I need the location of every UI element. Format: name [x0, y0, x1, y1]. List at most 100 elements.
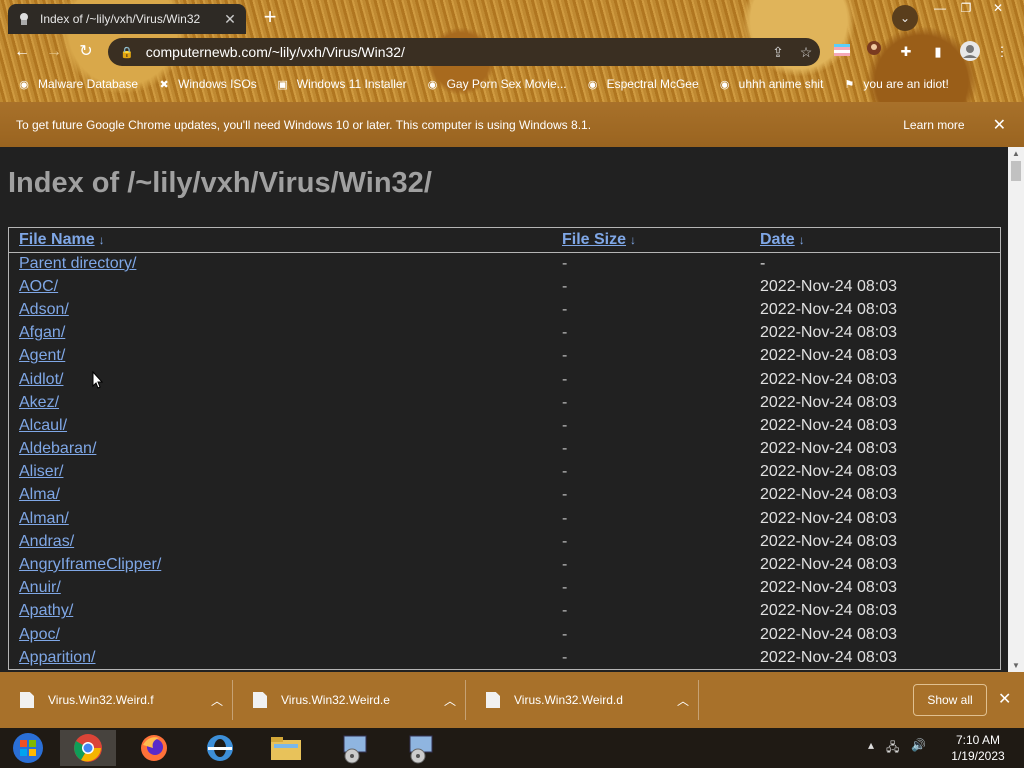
taskbar-clock[interactable]: 7:10 AM 1/19/2023 — [940, 732, 1016, 764]
page-content: Index of /~lily/vxh/Virus/Win32/ File Na… — [0, 147, 1008, 672]
menu-kebab-icon[interactable]: ⋮ — [990, 40, 1014, 64]
window-close-button[interactable]: ✕ — [984, 0, 1012, 18]
minimize-button[interactable]: — — [926, 0, 954, 18]
directory-link[interactable]: Aidlot/ — [19, 371, 63, 388]
bookmark-item[interactable]: ◉ uhhh anime shit — [717, 76, 824, 92]
chevron-down-icon: ⌄ — [899, 11, 911, 25]
directory-link[interactable]: Aldebaran/ — [19, 440, 96, 457]
sort-arrow-icon: ↓ — [798, 232, 805, 247]
directory-link[interactable]: Alcaul/ — [19, 417, 67, 434]
taskbar-opera[interactable] — [192, 730, 248, 766]
page-scrollbar[interactable]: ▲ ▼ — [1008, 147, 1024, 672]
table-row: Apparition/ - 2022-Nov-24 08:03 — [9, 646, 1000, 669]
extensions-puzzle-icon[interactable]: ✚ — [894, 40, 918, 64]
directory-link[interactable]: AOC/ — [19, 278, 58, 295]
cell-size: - — [562, 324, 568, 342]
scroll-up-icon[interactable]: ▲ — [1012, 149, 1020, 158]
directory-link[interactable]: Afgan/ — [19, 324, 65, 341]
chevron-up-icon[interactable]: ︿ — [668, 692, 698, 709]
directory-link[interactable]: Alma/ — [19, 486, 60, 503]
tab-close-icon[interactable]: ✕ — [222, 11, 238, 28]
side-panel-icon[interactable]: ▮ — [926, 40, 950, 64]
download-filename: Virus.Win32.Weird.d — [514, 693, 623, 707]
sort-by-name-link[interactable]: File Name — [19, 231, 95, 248]
bookmark-label: uhhh anime shit — [738, 77, 824, 91]
directory-link[interactable]: Alman/ — [19, 510, 69, 527]
browser-frame: Index of /~lily/vxh/Virus/Win32 ✕ + ⌄ — … — [0, 0, 1024, 102]
taskbar-app-1[interactable] — [326, 730, 382, 766]
sort-by-size-link[interactable]: File Size — [562, 231, 626, 248]
cell-size: - — [562, 370, 568, 388]
taskbar-file-explorer[interactable] — [258, 730, 314, 766]
extension-flag-icon[interactable] — [830, 40, 854, 64]
directory-link[interactable]: Agent/ — [19, 347, 65, 364]
tray-expand-icon[interactable]: ▴ — [868, 738, 874, 759]
bookmark-item[interactable]: ✖ Windows ISOs — [156, 76, 256, 92]
directory-link[interactable]: Apathy/ — [19, 602, 73, 619]
infobar-close-icon[interactable]: ✕ — [993, 115, 1006, 135]
column-header-size[interactable]: File Size ↓ — [552, 228, 750, 253]
chevron-up-icon[interactable]: ︿ — [202, 692, 232, 709]
cell-date: 2022-Nov-24 08:03 — [760, 648, 897, 666]
download-item[interactable]: Virus.Win32.Weird.d ︿ — [466, 680, 699, 720]
volume-icon[interactable]: 🔊 — [911, 738, 926, 759]
table-header: File Name ↓ File Size ↓ Date ↓ — [9, 228, 1000, 253]
sort-arrow-icon: ↓ — [98, 232, 105, 247]
bookmark-item[interactable]: ◉ Malware Database — [16, 76, 138, 92]
profile-icon[interactable] — [958, 40, 982, 64]
scrollbar-thumb[interactable] — [1011, 161, 1021, 181]
show-all-button[interactable]: Show all — [913, 684, 987, 716]
cell-size: - — [562, 579, 568, 597]
cell-size: - — [562, 416, 568, 434]
restore-button[interactable]: ❐ — [952, 0, 980, 18]
column-header-name[interactable]: File Name ↓ — [9, 228, 552, 253]
bookmark-star-icon[interactable]: ☆ — [792, 44, 820, 61]
shelf-close-icon[interactable]: ✕ — [998, 689, 1011, 709]
cell-name: Aldebaran/ — [9, 438, 552, 461]
reload-button[interactable]: ↻ — [74, 40, 98, 64]
share-icon[interactable]: ⇪ — [764, 44, 792, 61]
network-icon[interactable]: 🖧 — [886, 738, 899, 759]
learn-more-link[interactable]: Learn more — [903, 118, 964, 132]
directory-link[interactable]: Akez/ — [19, 394, 59, 411]
bookmark-item[interactable]: ◉ Gay Porn Sex Movie... — [425, 76, 567, 92]
parent-directory-link[interactable]: Parent directory/ — [19, 255, 136, 272]
table-row: Aidlot/ - 2022-Nov-24 08:03 — [9, 368, 1000, 391]
cell-date: 2022-Nov-24 08:03 — [760, 324, 897, 342]
chevron-up-icon[interactable]: ︿ — [435, 692, 465, 709]
bookmark-item[interactable]: ▣ Windows 11 Installer — [275, 76, 407, 92]
extension-avatar-icon[interactable] — [862, 40, 886, 64]
bookmarks-bar: ◉ Malware Database ✖ Windows ISOs ▣ Windows 1… — [0, 72, 1024, 96]
infobar-message: To get future Google Chrome updates, you… — [16, 117, 592, 132]
start-button[interactable] — [0, 730, 56, 766]
x-icon: ✖ — [159, 78, 169, 91]
bookmark-item[interactable]: ◉ Espectral McGee — [585, 76, 699, 92]
cell-size: - — [562, 277, 568, 295]
directory-link[interactable]: Aliser/ — [19, 463, 63, 480]
sort-by-date-link[interactable]: Date — [760, 231, 795, 248]
directory-link[interactable]: Anuir/ — [19, 579, 61, 596]
scroll-down-icon[interactable]: ▼ — [1012, 661, 1020, 670]
cell-name: Apoc/ — [9, 623, 552, 646]
table-row: Apathy/ - 2022-Nov-24 08:03 — [9, 600, 1000, 623]
bookmark-item[interactable]: ⚑ you are an idiot! — [841, 76, 948, 92]
forward-button[interactable]: → — [42, 40, 66, 64]
column-header-date[interactable]: Date ↓ — [750, 228, 1000, 253]
directory-link[interactable]: Apoc/ — [19, 626, 60, 643]
download-item[interactable]: Virus.Win32.Weird.e ︿ — [233, 680, 466, 720]
address-bar[interactable]: 🔒 computernewb.com/~lily/vxh/Virus/Win32… — [108, 38, 820, 66]
taskbar-app-2[interactable] — [392, 730, 448, 766]
directory-link[interactable]: Apparition/ — [19, 649, 96, 666]
taskbar-chrome[interactable] — [60, 730, 116, 766]
tab-search-button[interactable]: ⌄ — [892, 5, 918, 31]
download-item[interactable]: Virus.Win32.Weird.f ︿ — [0, 680, 233, 720]
cell-name: Akez/ — [9, 391, 552, 414]
browser-tab[interactable]: Index of /~lily/vxh/Virus/Win32 ✕ — [8, 4, 246, 34]
directory-link[interactable]: AngryIframeClipper/ — [19, 556, 161, 573]
directory-link[interactable]: Adson/ — [19, 301, 69, 318]
directory-link[interactable]: Andras/ — [19, 533, 74, 550]
taskbar-firefox[interactable] — [126, 730, 182, 766]
cell-name: Anuir/ — [9, 577, 552, 600]
new-tab-button[interactable]: + — [258, 6, 282, 30]
back-button[interactable]: ← — [10, 40, 34, 64]
